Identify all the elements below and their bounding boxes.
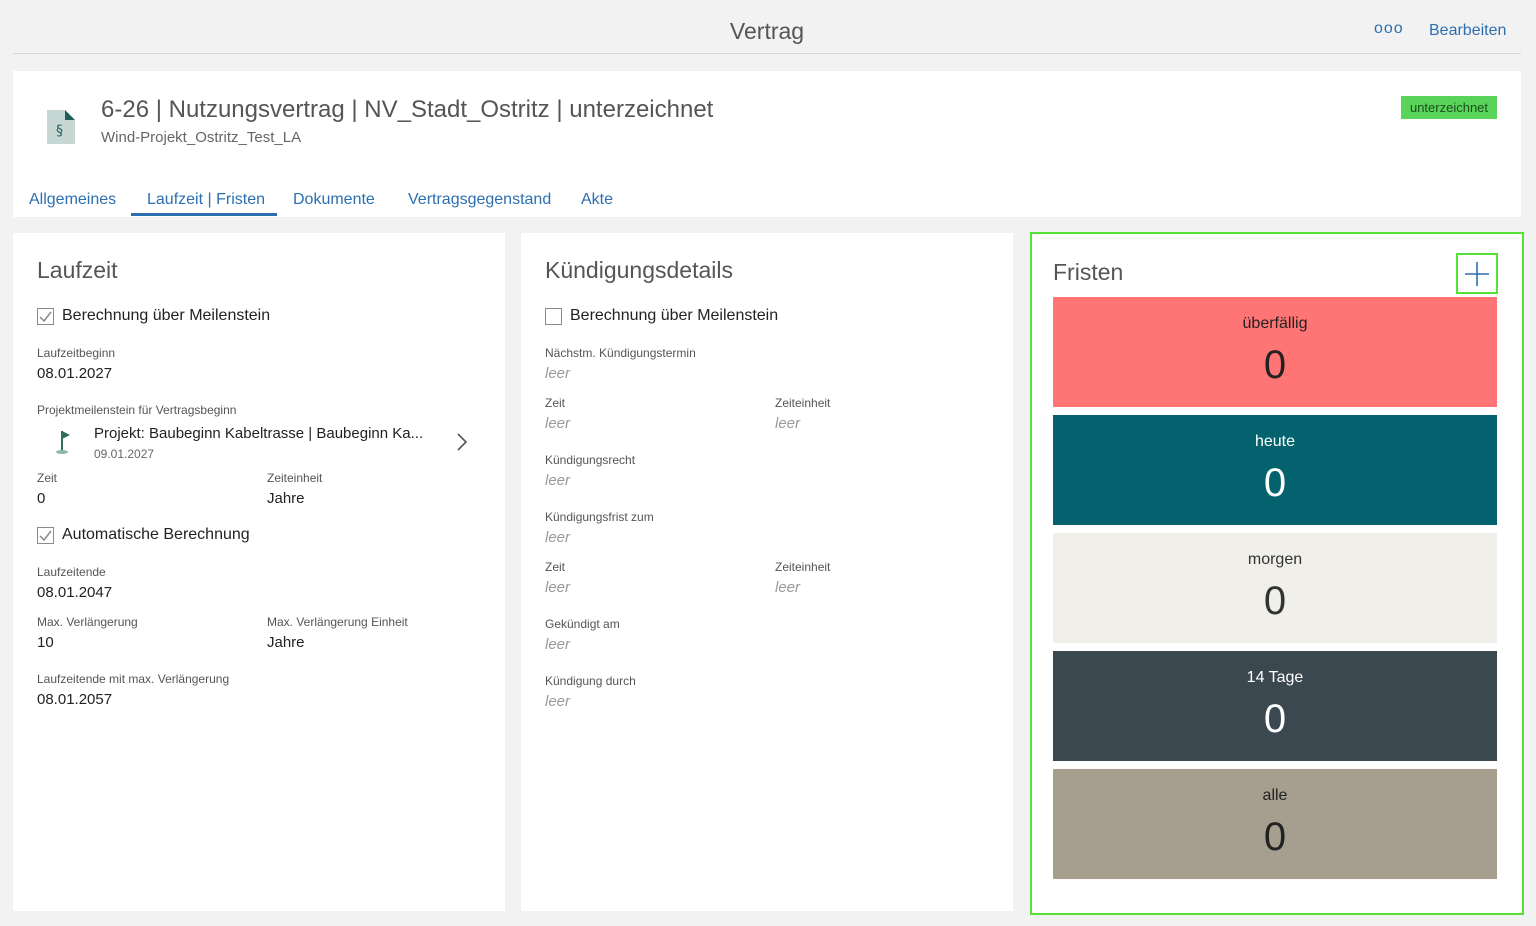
gekuendigt-am-value: leer: [545, 636, 571, 653]
auto-calc-checkbox[interactable]: Automatische Berechnung: [37, 526, 250, 544]
fristen-panel: Fristen überfällig 0 heute 0 morgen 0 14…: [1030, 232, 1524, 915]
contract-title: 6-26 | Nutzungsvertrag | NV_Stadt_Ostrit…: [101, 96, 714, 123]
zeiteinheit-value: Jahre: [267, 490, 305, 507]
tile-heute[interactable]: heute 0: [1053, 415, 1497, 525]
kuendigung-heading: Kündigungsdetails: [545, 257, 733, 283]
kuendigung-durch-value: leer: [545, 693, 571, 710]
zeit2-value: leer: [545, 579, 571, 596]
page-title: Vertrag: [729, 18, 805, 44]
kuendigung-durch-label: Kündigung durch: [545, 674, 636, 688]
project-name: Wind-Projekt_Ostritz_Test_LA: [101, 129, 302, 146]
kuendigungsrecht-value: leer: [545, 472, 571, 489]
laufzeitbeginn-value: 08.01.2027: [37, 365, 113, 382]
zeiteinheit-label: Zeiteinheit: [775, 396, 831, 410]
checkbox-label: Automatische Berechnung: [62, 526, 250, 543]
laufzeitende-max-label: Laufzeitende mit max. Verlängerung: [37, 672, 230, 686]
laufzeitbeginn-label: Laufzeitbeginn: [37, 346, 116, 360]
zeit2-label: Zeit: [545, 560, 566, 574]
plus-icon: [1465, 261, 1489, 286]
zeiteinheit2-value: leer: [775, 579, 801, 596]
tile-14-tage[interactable]: 14 Tage 0: [1053, 651, 1497, 761]
tab-vertragsgegenstand[interactable]: Vertragsgegenstand: [408, 191, 551, 209]
checkbox-box[interactable]: [37, 307, 54, 325]
tile-label: 14 Tage: [1246, 669, 1304, 686]
laufzeit-heading: Laufzeit: [37, 257, 118, 283]
milestone-label: Projektmeilenstein für Vertragsbeginn: [37, 403, 237, 417]
tile-label: heute: [1254, 433, 1296, 450]
tile-label: überfällig: [1242, 315, 1308, 332]
tile-label: alle: [1262, 787, 1288, 804]
more-options-button[interactable]: ooo: [1374, 20, 1404, 38]
chevron-right-icon: [457, 433, 468, 451]
tile-count: 0: [1263, 697, 1287, 741]
checkbox-box[interactable]: [545, 307, 562, 325]
tab-dokumente[interactable]: Dokumente: [293, 191, 375, 209]
kuendigungsrecht-label: Kündigungsrecht: [545, 453, 636, 467]
naechst-kuendigungstermin-value: leer: [545, 365, 571, 382]
zeiteinheit-value: leer: [775, 415, 801, 432]
laufzeitende-max-value: 08.01.2057: [37, 691, 113, 708]
laufzeitende-label: Laufzeitende: [37, 565, 106, 579]
milestone-link[interactable]: Projekt: Baubeginn Kabeltrasse | Baubegi…: [37, 423, 477, 463]
svg-text:§: §: [56, 123, 63, 139]
tab-laufzeit-fristen[interactable]: Laufzeit | Fristen: [147, 191, 265, 209]
top-bar: Vertrag ooo Bearbeiten: [13, 0, 1521, 54]
checkbox-box[interactable]: [37, 526, 54, 544]
tile-count: 0: [1263, 579, 1287, 623]
status-badge: unterzeichnet: [1401, 96, 1497, 119]
tile-alle[interactable]: alle 0: [1053, 769, 1497, 879]
contract-header: § 6-26 | Nutzungsvertrag | NV_Stadt_Ostr…: [13, 71, 1521, 217]
tile-ueberfaellig[interactable]: überfällig 0: [1053, 297, 1497, 407]
kuendigungsfrist-label: Kündigungsfrist zum: [545, 510, 654, 524]
zeit-label: Zeit: [545, 396, 566, 410]
milestone-date: 09.01.2027: [94, 447, 155, 461]
tile-morgen[interactable]: morgen 0: [1053, 533, 1497, 643]
tile-label: morgen: [1247, 551, 1303, 568]
max-verlaengerung-label: Max. Verlängerung: [37, 615, 138, 629]
kuendigung-calc-milestone-checkbox[interactable]: Berechnung über Meilenstein: [545, 307, 778, 325]
zeiteinheit2-label: Zeiteinheit: [775, 560, 831, 574]
checkmark-icon: [39, 530, 52, 541]
active-tab-indicator: [131, 213, 277, 216]
max-verlaengerung-einheit-label: Max. Verlängerung Einheit: [267, 615, 408, 629]
tab-akte[interactable]: Akte: [581, 191, 613, 209]
laufzeitende-value: 08.01.2047: [37, 584, 113, 601]
tab-allgemeines[interactable]: Allgemeines: [29, 191, 116, 209]
zeit-value: 0: [37, 490, 46, 507]
max-verlaengerung-einheit-value: Jahre: [267, 634, 305, 651]
checkbox-label: Berechnung über Meilenstein: [570, 307, 779, 324]
checkmark-icon: [39, 311, 52, 322]
fristen-heading: Fristen: [1053, 259, 1124, 285]
gekuendigt-am-label: Gekündigt am: [545, 617, 620, 631]
laufzeit-panel: Laufzeit Berechnung über Meilenstein Lau…: [13, 233, 505, 911]
tile-count: 0: [1263, 343, 1287, 387]
checkbox-label: Berechnung über Meilenstein: [62, 307, 271, 324]
kuendigung-panel: Kündigungsdetails Berechnung über Meilen…: [521, 233, 1013, 911]
zeit-label: Zeit: [37, 471, 58, 485]
contract-document-icon: §: [47, 110, 75, 144]
milestone-flag-icon: [56, 431, 70, 454]
calc-milestone-checkbox[interactable]: Berechnung über Meilenstein: [37, 307, 270, 325]
add-frist-button[interactable]: [1456, 253, 1498, 294]
milestone-name: Projekt: Baubeginn Kabeltrasse | Baubegi…: [94, 425, 424, 442]
zeiteinheit-label: Zeiteinheit: [267, 471, 323, 485]
kuendigungsfrist-value: leer: [545, 529, 571, 546]
naechst-kuendigungstermin-label: Nächstm. Kündigungstermin: [545, 346, 696, 360]
edit-button[interactable]: Bearbeiten: [1429, 22, 1506, 40]
max-verlaengerung-value: 10: [37, 634, 54, 651]
tile-count: 0: [1263, 461, 1287, 505]
zeit-value: leer: [545, 415, 571, 432]
tile-count: 0: [1263, 815, 1287, 859]
